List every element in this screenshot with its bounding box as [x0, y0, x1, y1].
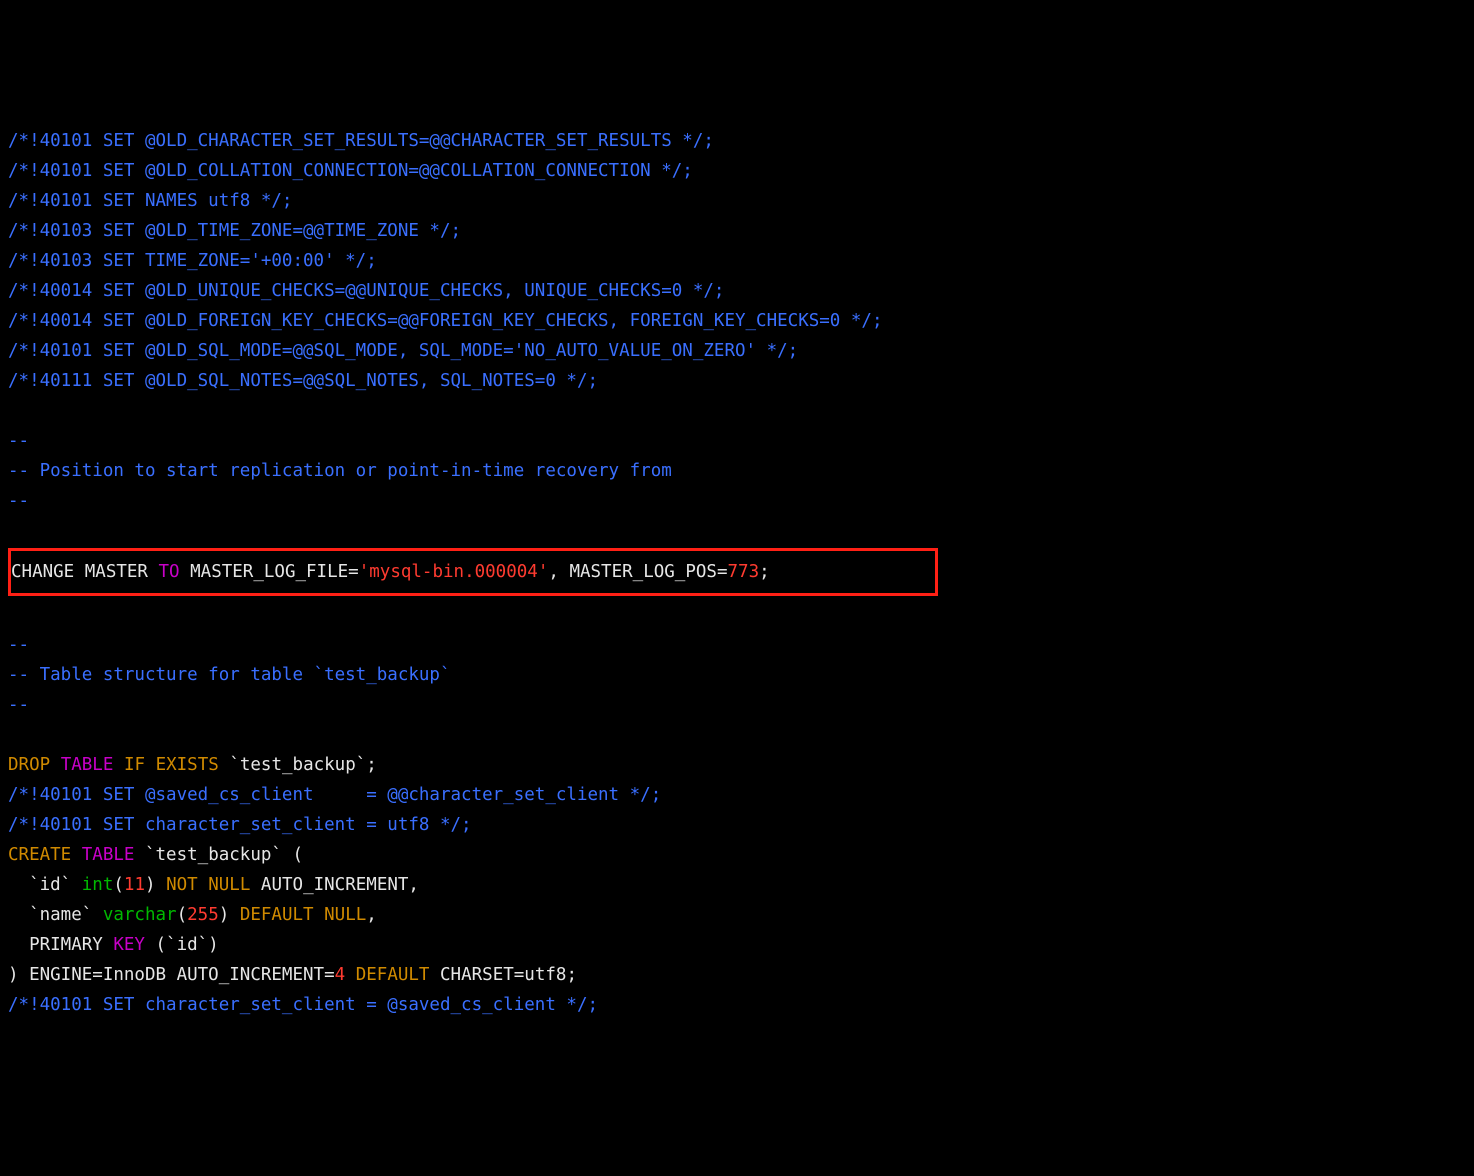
comment-line: /*!40101 SET @OLD_COLLATION_CONNECTION=@…: [8, 156, 1466, 186]
drop-table-statement: DROP TABLE IF EXISTS `test_backup`;: [8, 750, 1466, 780]
comment-line: /*!40101 SET @saved_cs_client = @@charac…: [8, 780, 1466, 810]
comment-line: /*!40014 SET @OLD_FOREIGN_KEY_CHECKS=@@F…: [8, 306, 1466, 336]
comment-line: /*!40101 SET @OLD_SQL_MODE=@@SQL_MODE, S…: [8, 336, 1466, 366]
master-log-file: 'mysql-bin.000004': [359, 562, 549, 582]
comment-dash: --: [8, 630, 1466, 660]
comment-line: /*!40103 SET @OLD_TIME_ZONE=@@TIME_ZONE …: [8, 216, 1466, 246]
column-id: `id` int(11) NOT NULL AUTO_INCREMENT,: [8, 870, 1466, 900]
comment-line: /*!40101 SET character_set_client = @sav…: [8, 990, 1466, 1020]
column-name: `name` varchar(255) DEFAULT NULL,: [8, 900, 1466, 930]
comment-line: /*!40101 SET NAMES utf8 */;: [8, 186, 1466, 216]
comment-line: /*!40111 SET @OLD_SQL_NOTES=@@SQL_NOTES,…: [8, 366, 1466, 396]
comment-dash: --: [8, 486, 1466, 516]
comment-line: /*!40014 SET @OLD_UNIQUE_CHECKS=@@UNIQUE…: [8, 276, 1466, 306]
comment-dash: --: [8, 426, 1466, 456]
comment-line: /*!40101 SET @OLD_CHARACTER_SET_RESULTS=…: [8, 126, 1466, 156]
comment-dash: --: [8, 690, 1466, 720]
comment-line: /*!40101 SET character_set_client = utf8…: [8, 810, 1466, 840]
primary-key: PRIMARY KEY (`id`): [8, 930, 1466, 960]
highlighted-change-master: CHANGE MASTER TO MASTER_LOG_FILE='mysql-…: [8, 548, 938, 596]
master-log-pos: 773: [728, 562, 760, 582]
change-master-statement: CHANGE MASTER TO MASTER_LOG_FILE='mysql-…: [11, 557, 935, 587]
replication-comment: -- Position to start replication or poin…: [8, 456, 1466, 486]
create-table-close: ) ENGINE=InnoDB AUTO_INCREMENT=4 DEFAULT…: [8, 960, 1466, 990]
create-table-open: CREATE TABLE `test_backup` (: [8, 840, 1466, 870]
table-structure-comment: -- Table structure for table `test_backu…: [8, 660, 1466, 690]
comment-line: /*!40103 SET TIME_ZONE='+00:00' */;: [8, 246, 1466, 276]
sql-dump-code: /*!40101 SET @OLD_CHARACTER_SET_RESULTS=…: [8, 126, 1466, 1020]
